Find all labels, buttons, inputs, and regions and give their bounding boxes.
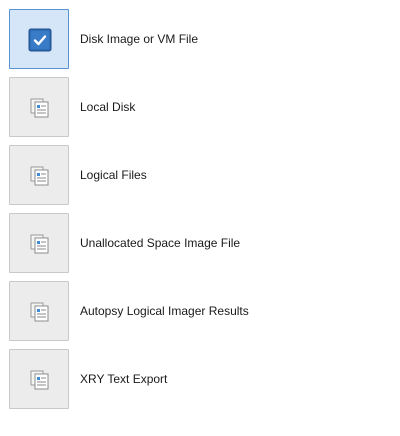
documents-icon	[30, 302, 49, 322]
option-unallocated-space[interactable]: Unallocated Space Image File	[0, 213, 400, 275]
checkbox-checked-icon	[28, 28, 52, 52]
data-source-type-list: Disk Image or VM File Local Disk Logical…	[0, 0, 400, 436]
logical-files-label: Logical Files	[80, 168, 147, 182]
documents-icon	[30, 98, 49, 118]
option-logical-files[interactable]: Logical Files	[0, 145, 400, 207]
option-disk-image[interactable]: Disk Image or VM File	[0, 9, 400, 71]
local-disk-label: Local Disk	[80, 100, 136, 114]
option-xry-text-export[interactable]: XRY Text Export	[0, 349, 400, 411]
autopsy-logical-imager-button[interactable]	[9, 281, 69, 341]
unallocated-space-label: Unallocated Space Image File	[80, 236, 241, 250]
autopsy-logical-imager-label: Autopsy Logical Imager Results	[80, 304, 249, 318]
disk-image-button[interactable]	[9, 9, 69, 69]
documents-icon	[30, 234, 49, 254]
unallocated-space-button[interactable]	[9, 213, 69, 273]
logical-files-button[interactable]	[9, 145, 69, 205]
local-disk-button[interactable]	[9, 77, 69, 137]
documents-icon	[30, 370, 49, 390]
option-autopsy-logical-imager[interactable]: Autopsy Logical Imager Results	[0, 281, 400, 343]
disk-image-label: Disk Image or VM File	[80, 32, 199, 46]
xry-text-export-label: XRY Text Export	[80, 372, 168, 386]
xry-text-export-button[interactable]	[9, 349, 69, 409]
option-local-disk[interactable]: Local Disk	[0, 77, 400, 139]
documents-icon	[30, 166, 49, 186]
